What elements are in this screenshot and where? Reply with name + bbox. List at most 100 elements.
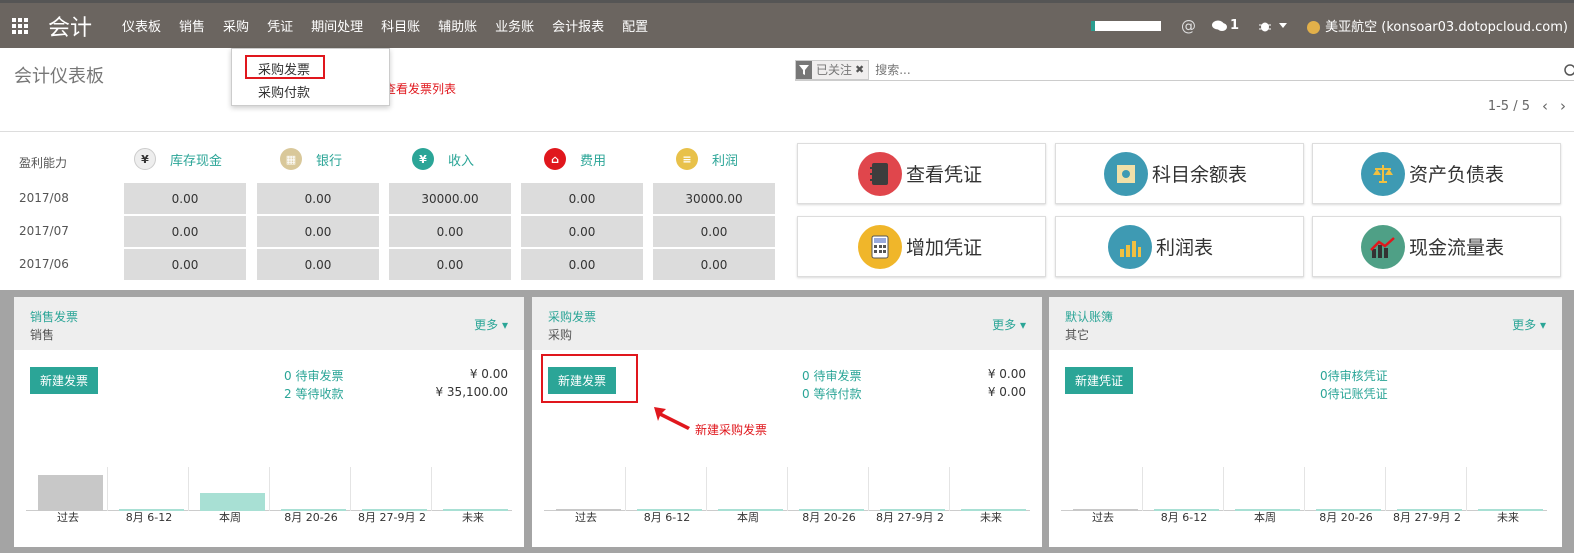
card-title[interactable]: 销售发票 <box>30 308 78 325</box>
menu-item-period[interactable]: 期间处理 <box>311 16 363 35</box>
menu-item-auxiliary[interactable]: 辅助账 <box>438 16 477 35</box>
pending-review-link[interactable]: 0待审核凭证 <box>1320 367 1388 384</box>
facet-label: 已关注 <box>816 63 853 77</box>
pending-posting-link[interactable]: 0待记账凭证 <box>1320 385 1388 402</box>
column-label-income: 收入 <box>448 153 475 169</box>
search-input[interactable] <box>875 62 1476 77</box>
menu-item-purchase[interactable]: 采购 <box>223 16 249 35</box>
more-label: 更多 <box>1512 318 1537 332</box>
more-dropdown[interactable]: 更多 ▾ <box>1512 316 1546 333</box>
apps-grid-icon[interactable] <box>12 17 32 34</box>
chart-gridline <box>1466 467 1467 511</box>
pager-previous-icon[interactable]: ‹ <box>1542 97 1548 115</box>
card-subtitle: 采购 <box>548 328 573 342</box>
chart-x-label: 8月 20-26 <box>802 511 856 524</box>
pager-next-icon[interactable]: › <box>1560 97 1566 115</box>
balance-scale-icon <box>1361 151 1405 196</box>
chat-button[interactable]: 1 <box>1211 18 1239 33</box>
chart-x-label: 本周 <box>737 511 759 524</box>
balance-sheet-button[interactable]: 资产负债表 <box>1312 143 1561 204</box>
dropdown-item-purchase-payment[interactable]: 采购付款 <box>258 82 310 101</box>
new-voucher-button[interactable]: 新建凭证 <box>1065 367 1134 394</box>
caret-down-icon: ▾ <box>501 318 508 332</box>
profit-cell[interactable]: 0.00 <box>521 249 643 280</box>
profit-cell[interactable]: 0.00 <box>257 249 379 280</box>
trial-balance-label: 科目余额表 <box>1152 164 1248 186</box>
mention-icon[interactable]: @ <box>1181 17 1196 35</box>
profit-cell[interactable]: 0.00 <box>124 249 246 280</box>
menu-item-dashboard[interactable]: 仪表板 <box>122 16 161 35</box>
row-period: 2017/08 <box>19 191 69 205</box>
card-title[interactable]: 默认账簿 <box>1065 308 1113 325</box>
profit-label: 盈利能力 <box>19 156 68 170</box>
cash-flow-button[interactable]: 现金流量表 <box>1312 216 1561 277</box>
debug-menu[interactable] <box>1259 18 1288 33</box>
profit-cell[interactable]: 0.00 <box>389 216 511 247</box>
pager-value[interactable]: 1-5 / 5 <box>1488 99 1530 114</box>
chart-gridline <box>868 467 869 511</box>
profit-cell[interactable]: 0.00 <box>124 183 246 214</box>
bar-chart-icon <box>1108 224 1152 269</box>
chat-bubble-icon <box>1211 20 1227 31</box>
coins-icon: ≡ <box>676 148 698 170</box>
progress-widget[interactable] <box>1090 20 1161 31</box>
chart-gridline <box>1142 467 1143 511</box>
new-invoice-button[interactable]: 新建发票 <box>30 367 99 394</box>
add-voucher-button[interactable]: 增加凭证 <box>797 216 1046 277</box>
profit-cell[interactable]: 30000.00 <box>389 183 511 214</box>
dropdown-item-purchase-invoice[interactable]: 采购发票 <box>258 59 310 78</box>
filter-icon <box>796 60 812 79</box>
profit-cell[interactable]: 0.00 <box>521 183 643 214</box>
profit-cell[interactable]: 0.00 <box>653 249 775 280</box>
caret-down-icon: ▾ <box>1019 318 1026 332</box>
more-dropdown[interactable]: 更多 ▾ <box>992 316 1026 333</box>
chart-gridline <box>107 467 108 511</box>
profit-cell[interactable]: 30000.00 <box>653 183 775 214</box>
card-title[interactable]: 采购发票 <box>548 308 596 325</box>
view-voucher-button[interactable]: 查看凭证 <box>797 143 1046 204</box>
user-avatar-icon <box>1307 21 1321 34</box>
chart-gridline <box>350 467 351 511</box>
income-statement-button[interactable]: 利润表 <box>1055 216 1304 277</box>
profit-cell[interactable]: 0.00 <box>257 216 379 247</box>
pending-invoices-link[interactable]: 0 待审发票 <box>284 367 343 384</box>
awaiting-receipt-link[interactable]: 2 等待收款 <box>284 385 343 402</box>
more-dropdown[interactable]: 更多 ▾ <box>474 316 508 333</box>
facet-remove-icon[interactable]: ✖ <box>855 63 868 76</box>
column-label-expense: 费用 <box>580 153 607 169</box>
menu-item-voucher[interactable]: 凭证 <box>267 16 293 35</box>
chart-x-label: 8月 27-9月 2 <box>876 511 944 524</box>
user-menu[interactable]: 美亚航空 (konsoar03.dotopcloud.com) <box>1307 16 1568 35</box>
profit-cell[interactable]: 0.00 <box>257 183 379 214</box>
card-header: 销售发票 销售 更多 ▾ <box>14 297 524 350</box>
menu-item-accounts[interactable]: 科目账 <box>381 16 420 35</box>
app-brand: 会计 <box>48 15 93 41</box>
view-voucher-label: 查看凭证 <box>906 164 983 186</box>
chart-x-label: 8月 6-12 <box>1160 511 1208 524</box>
column-income: ¥ 收入 <box>412 147 474 171</box>
trend-icon <box>1361 224 1405 269</box>
column-bank: ▦ 银行 <box>280 147 342 171</box>
menu-item-config[interactable]: 配置 <box>622 16 648 35</box>
search-toggle-icon[interactable] <box>1564 64 1574 76</box>
chart-x-label: 未来 <box>980 511 1002 524</box>
chart-gridline <box>949 467 950 511</box>
divider <box>0 131 1574 132</box>
chart-bar[interactable] <box>38 475 103 511</box>
awaiting-payment-link[interactable]: 0 等待付款 <box>802 385 861 402</box>
profit-cell[interactable]: 0.00 <box>389 249 511 280</box>
activity-chart <box>1061 467 1547 511</box>
purchase-dropdown-menu: 采购发票 采购付款 <box>231 48 390 106</box>
chart-x-label: 8月 27-9月 2 <box>1393 511 1461 524</box>
profit-cell[interactable]: 0.00 <box>124 216 246 247</box>
menu-item-reports[interactable]: 会计报表 <box>552 16 604 35</box>
trial-balance-button[interactable]: 科目余额表 <box>1055 143 1304 204</box>
menu-item-sales[interactable]: 销售 <box>179 16 205 35</box>
profit-cell[interactable]: 0.00 <box>521 216 643 247</box>
journal-card-sales: 销售发票 销售 更多 ▾ 新建发票 0 待审发票 2 等待收款 ¥ 0.00 ¥… <box>14 297 524 547</box>
chart-gridline <box>1304 467 1305 511</box>
menu-item-business[interactable]: 业务账 <box>495 16 534 35</box>
profit-cell[interactable]: 0.00 <box>653 216 775 247</box>
column-label-bank: 银行 <box>316 153 343 169</box>
pending-invoices-link[interactable]: 0 待审发票 <box>802 367 861 384</box>
